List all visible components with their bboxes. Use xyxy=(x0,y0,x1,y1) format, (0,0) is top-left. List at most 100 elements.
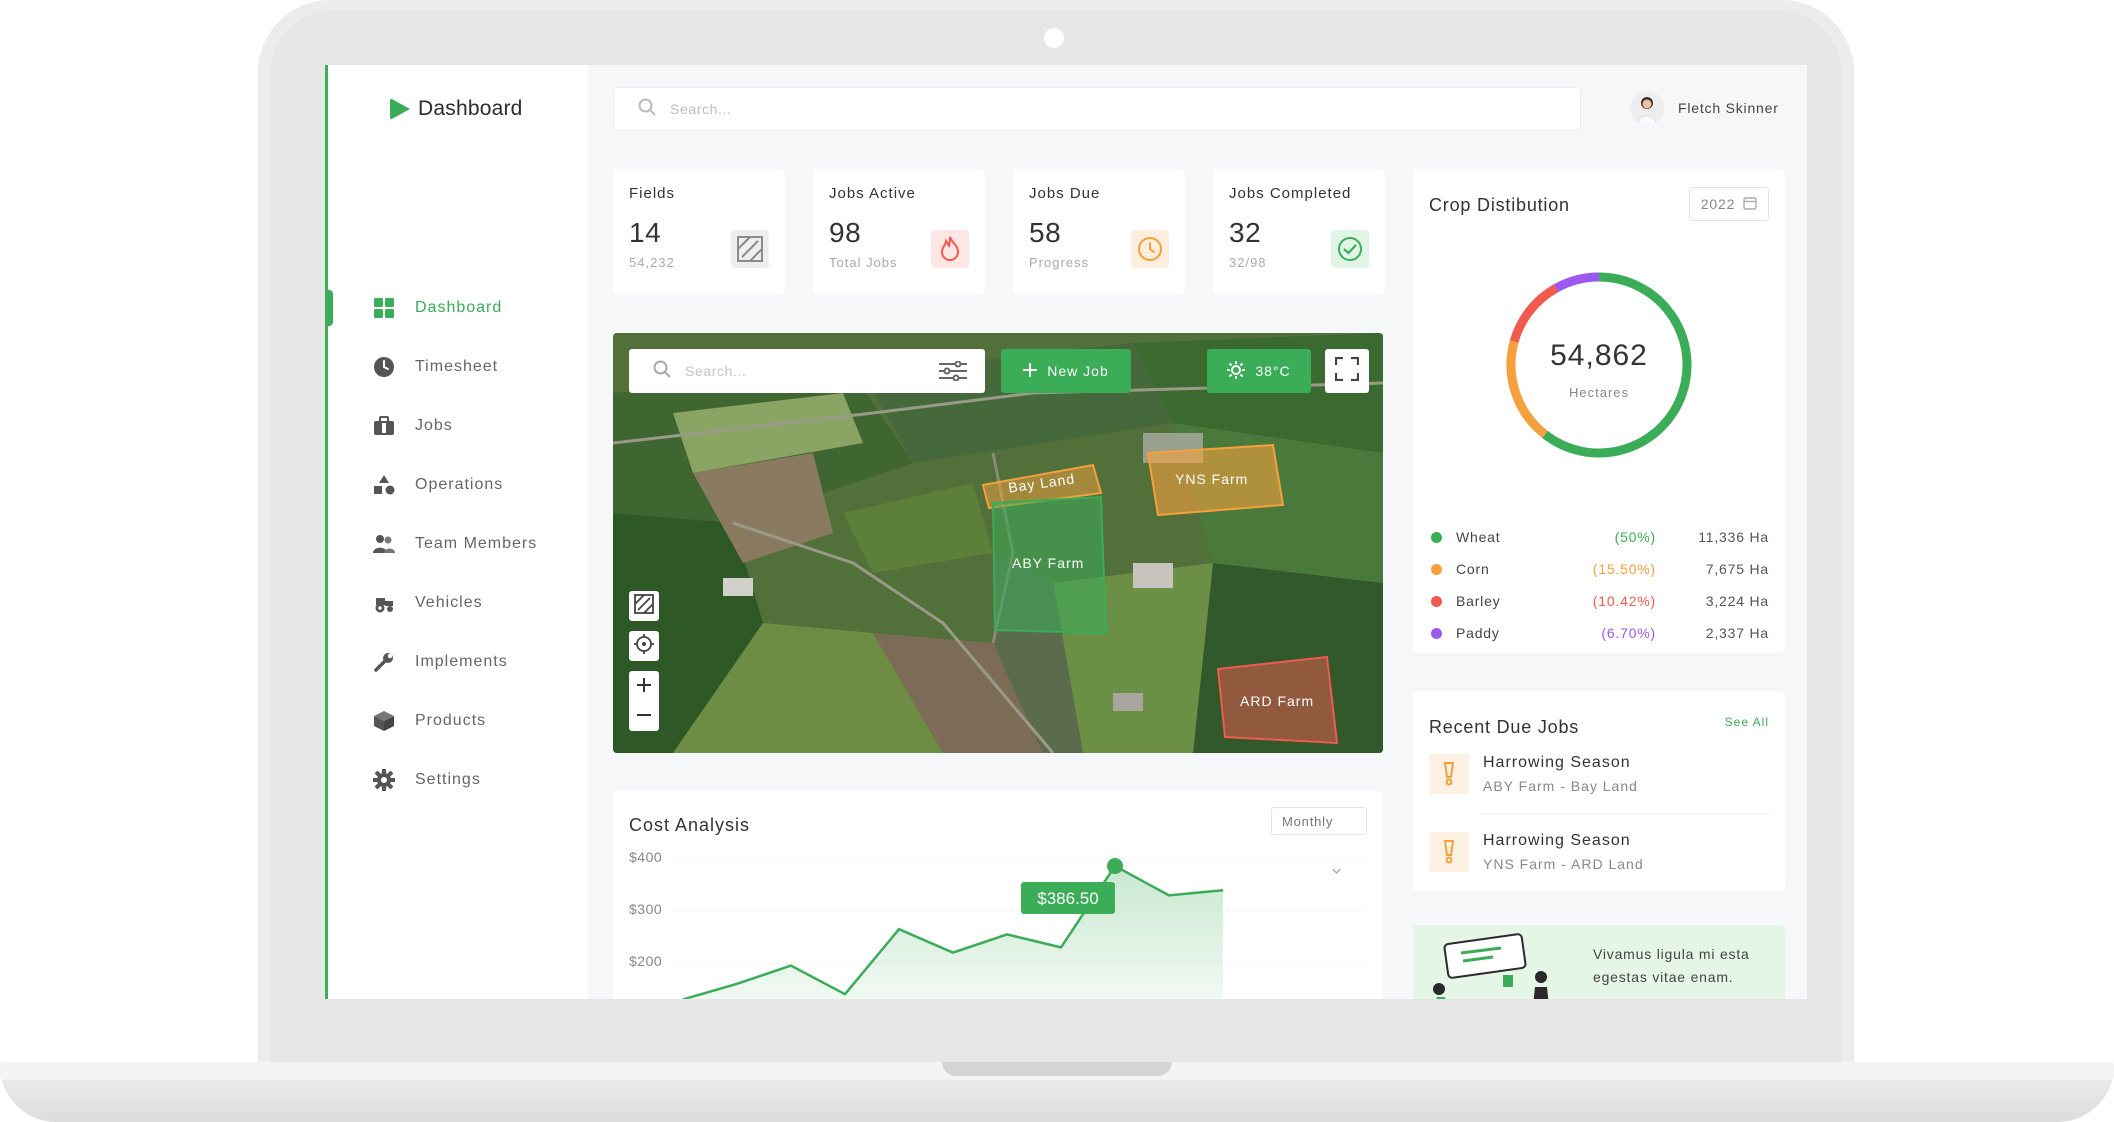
legend-row-barley: Barley (10.42%) 3,224 Ha xyxy=(1429,585,1769,617)
sidebar-item-implements[interactable]: Implements xyxy=(328,632,588,691)
grid-icon xyxy=(373,297,395,319)
brand-logo[interactable]: Dashboard xyxy=(390,97,523,121)
list-item[interactable]: Harrowing Season YNS Farm - ARD Land xyxy=(1429,819,1769,885)
clock-icon xyxy=(1131,230,1169,268)
legend-percent: (50%) xyxy=(1614,529,1656,545)
stat-title: Jobs Active xyxy=(829,185,916,202)
card-title: Recent Due Jobs xyxy=(1429,717,1580,737)
sidebar-item-label: Vehicles xyxy=(415,593,483,611)
zoom-out-icon[interactable] xyxy=(636,703,652,729)
promo-banner[interactable]: Vivamus ligula mi esta egestas vitae ena… xyxy=(1413,925,1785,999)
tooltip-value: $386.50 xyxy=(1037,889,1098,908)
sidebar-item-label: Products xyxy=(415,711,487,729)
shapes-icon xyxy=(373,474,395,496)
zoom-in-icon[interactable] xyxy=(636,673,652,699)
sidebar-item-team-members[interactable]: Team Members xyxy=(328,514,588,573)
legend-value: 2,337 Ha xyxy=(1705,625,1769,641)
cost-area-fill xyxy=(684,866,1223,999)
search-input[interactable] xyxy=(670,101,1270,117)
year-picker[interactable]: 2022 xyxy=(1689,187,1769,221)
cost-analysis-card: Cost Analysis Monthly $400 $300 $200 $38… xyxy=(613,791,1383,999)
search-icon xyxy=(653,360,671,383)
new-job-button[interactable]: New Job xyxy=(1001,349,1131,393)
clock-icon xyxy=(373,356,395,378)
zoom-control xyxy=(629,671,659,731)
sidebar-item-products[interactable]: Products xyxy=(328,691,588,750)
map-tools xyxy=(629,591,659,731)
divider xyxy=(1483,813,1769,814)
legend-row-corn: Corn (15.50%) 7,675 Ha xyxy=(1429,553,1769,585)
data-point[interactable] xyxy=(1107,858,1123,875)
field-label: ARD Farm xyxy=(1240,693,1315,709)
alert-pin-icon xyxy=(1429,832,1469,872)
sidebar-item-dashboard[interactable]: Dashboard xyxy=(328,278,588,337)
legend-row-wheat: Wheat (50%) 11,336 Ha xyxy=(1429,521,1769,553)
sidebar-item-operations[interactable]: Operations xyxy=(328,455,588,514)
app-screen: Dashboard Dashboard Timesheet Jobs Opera… xyxy=(325,65,1807,999)
card-title: Cost Analysis xyxy=(629,815,751,835)
list-item[interactable]: Harrowing Season ABY Farm - Bay Land xyxy=(1429,741,1769,807)
stat-card-jobs-active[interactable]: Jobs Active 98 Total Jobs xyxy=(813,169,985,295)
fullscreen-button[interactable] xyxy=(1325,349,1369,393)
legend-value: 11,336 Ha xyxy=(1698,529,1769,545)
period-select[interactable]: Monthly xyxy=(1271,807,1367,874)
card-title: Crop Distibution xyxy=(1429,195,1570,215)
legend-percent: (15.50%) xyxy=(1592,561,1656,577)
filter-sliders-icon[interactable] xyxy=(939,360,967,386)
stat-title: Fields xyxy=(629,185,676,202)
sidebar-item-label: Team Members xyxy=(415,534,538,552)
sidebar-nav: Dashboard Timesheet Jobs Operations Team… xyxy=(328,278,588,809)
donut-total: 54,862 xyxy=(1550,339,1648,372)
legend-name: Corn xyxy=(1456,561,1490,577)
y-tick-label: $300 xyxy=(629,901,663,917)
check-circle-icon xyxy=(1331,230,1369,268)
cost-tooltip: $386.50 xyxy=(1021,882,1115,915)
laptop-notch xyxy=(942,1062,1172,1076)
field-pattern-icon xyxy=(731,230,769,268)
users-icon xyxy=(373,533,395,555)
sidebar-item-vehicles[interactable]: Vehicles xyxy=(328,573,588,632)
plus-icon xyxy=(1023,362,1038,380)
user-name: Fletch Skinner xyxy=(1678,100,1779,116)
field-map[interactable]: Bay Land YNS Farm ABY Farm ARD Farm New … xyxy=(613,333,1383,753)
field-label: YNS Farm xyxy=(1175,471,1249,487)
sidebar-item-label: Operations xyxy=(415,475,504,493)
stat-card-fields[interactable]: Fields 14 54,232 xyxy=(613,169,785,295)
gear-icon xyxy=(373,768,395,791)
donut-slice-paddy[interactable] xyxy=(1553,272,1600,293)
avatar xyxy=(1630,91,1664,125)
user-menu[interactable]: Fletch Skinner xyxy=(1630,91,1779,125)
legend-value: 7,675 Ha xyxy=(1705,561,1769,577)
map-search-bar[interactable] xyxy=(629,349,985,393)
period-value: Monthly xyxy=(1282,813,1334,829)
sidebar-item-settings[interactable]: Settings xyxy=(328,750,588,809)
legend-percent: (6.70%) xyxy=(1601,625,1656,641)
sun-icon xyxy=(1227,360,1246,382)
donut-unit: Hectares xyxy=(1568,385,1630,400)
stat-card-jobs-due[interactable]: Jobs Due 58 Progress xyxy=(1013,169,1185,295)
field-label: ABY Farm xyxy=(1012,555,1085,571)
weather-button[interactable]: 38°C xyxy=(1207,349,1311,393)
crop-legend: Wheat (50%) 11,336 Ha Corn (15.50%) 7,67… xyxy=(1429,521,1769,649)
crosshair-icon xyxy=(634,633,654,659)
stat-title: Jobs Due xyxy=(1029,185,1101,202)
sidebar-item-label: Settings xyxy=(415,770,481,788)
play-logo-icon xyxy=(390,98,410,120)
locate-button[interactable] xyxy=(629,631,659,661)
map-search-input[interactable] xyxy=(685,363,915,379)
sidebar-item-timesheet[interactable]: Timesheet xyxy=(328,337,588,396)
legend-percent: (10.42%) xyxy=(1592,593,1656,609)
job-title: Harrowing Season xyxy=(1483,832,1631,849)
year-value: 2022 xyxy=(1700,196,1736,212)
stat-card-jobs-completed[interactable]: Jobs Completed 32 32/98 xyxy=(1213,169,1385,295)
box-icon xyxy=(373,710,395,732)
field-pattern-icon xyxy=(634,593,654,619)
sidebar-item-jobs[interactable]: Jobs xyxy=(328,396,588,455)
promo-text: Vivamus ligula mi esta egestas vitae ena… xyxy=(1593,946,1750,985)
donut-slice-barley[interactable] xyxy=(1509,284,1559,343)
layers-button[interactable] xyxy=(629,591,659,621)
cost-area-chart: $386.50 xyxy=(673,858,1363,999)
y-tick-label: $400 xyxy=(629,849,663,865)
global-search[interactable] xyxy=(613,87,1581,131)
see-all-link[interactable]: See All xyxy=(1725,715,1769,729)
